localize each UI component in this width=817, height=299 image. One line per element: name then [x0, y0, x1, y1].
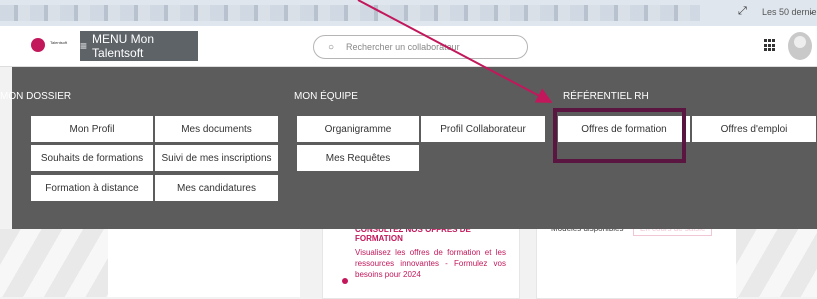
menu-item-offres-emploi[interactable]: Offres d'emploi — [691, 115, 817, 143]
blurred-app-row — [0, 5, 700, 21]
menu-item-mes-documents[interactable]: Mes documents — [154, 115, 279, 143]
menu-item-suivi-inscriptions[interactable]: Suivi de mes inscriptions — [154, 144, 279, 172]
chevron-down-icon[interactable]: ⌄ — [808, 6, 816, 17]
bullet-icon — [342, 278, 348, 284]
search-icon: ○ — [328, 41, 335, 53]
company-logo[interactable] — [31, 38, 45, 52]
section-title-mon-dossier: MON DOSSIER — [0, 91, 72, 102]
menu-item-organigramme[interactable]: Organigramme — [296, 115, 420, 143]
highlight-box — [553, 108, 686, 163]
hamburger-icon: ≡ — [80, 39, 88, 53]
user-avatar[interactable] — [788, 32, 812, 60]
background-card-left — [108, 229, 300, 297]
logo-text: Talentsoft — [50, 40, 68, 45]
menu-button-label: MENU Mon Talentsoft — [92, 32, 155, 60]
search-box[interactable]: ○ Rechercher un collaborateur — [313, 35, 528, 59]
top-strip: ⤢ Les 50 derniers arri... ⌄ — [0, 0, 817, 26]
menu-item-formation-distance[interactable]: Formation à distance — [30, 174, 154, 202]
menu-item-souhaits-formations[interactable]: Souhaits de formations — [30, 144, 154, 172]
section-title-referentiel-rh: RÉFÉRENTIEL RH — [563, 91, 649, 102]
menu-button[interactable]: ≡ MENU Mon Talentsoft — [80, 31, 198, 61]
menu-item-profil-collaborateur[interactable]: Profil Collaborateur — [420, 115, 546, 143]
background-pattern-right — [736, 229, 817, 297]
menu-item-mon-profil[interactable]: Mon Profil — [30, 115, 154, 143]
section-title-mon-equipe: MON ÉQUIPE — [294, 91, 358, 102]
mega-menu: MON DOSSIER MON ÉQUIPE RÉFÉRENTIEL RH Mo… — [0, 67, 817, 229]
grid-icon[interactable] — [764, 39, 777, 52]
search-input[interactable]: Rechercher un collaborateur — [346, 42, 460, 52]
menu-item-mes-requetes[interactable]: Mes Requêtes — [296, 144, 420, 172]
menu-item-mes-candidatures[interactable]: Mes candidatures — [154, 174, 279, 202]
promo-text: Visualisez les offres de formation et le… — [355, 248, 506, 279]
app-header: Talentsoft ≡ MENU Mon Talentsoft ○ Reche… — [0, 26, 817, 67]
expand-icon[interactable]: ⤢ — [738, 5, 747, 18]
